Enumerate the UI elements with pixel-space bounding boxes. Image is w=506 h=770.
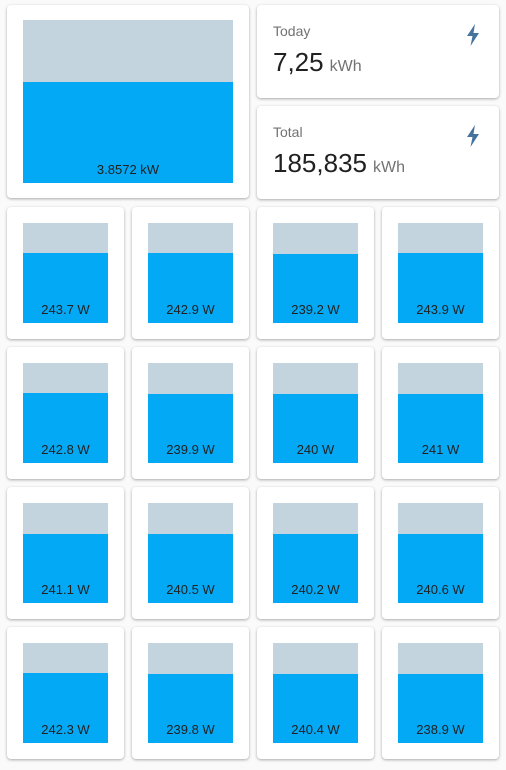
today-energy-title: Today <box>273 23 311 39</box>
panel-power-value: 239.2 W <box>291 302 340 317</box>
panel-gauge: 240.5 W <box>148 503 233 603</box>
total-energy-unit: kWh <box>372 159 405 176</box>
total-energy-title: Total <box>273 124 303 140</box>
flash-icon <box>467 125 479 147</box>
panel-gauge: 241 W <box>398 363 483 463</box>
panel-card[interactable]: 240.4 W <box>257 627 374 759</box>
panel-card[interactable]: 240 W <box>257 347 374 479</box>
panel-card[interactable]: 240.2 W <box>257 487 374 619</box>
today-energy-value: 7,25 kWh <box>273 47 362 78</box>
panel-power-value: 238.9 W <box>416 722 465 737</box>
panel-gauge: 241.1 W <box>23 503 108 603</box>
panel-card[interactable]: 243.7 W <box>7 207 124 339</box>
panel-gauge: 243.7 W <box>23 223 108 323</box>
panel-gauge: 240.2 W <box>273 503 358 603</box>
panel-card[interactable]: 242.3 W <box>7 627 124 759</box>
panel-power-value: 242.8 W <box>41 442 90 457</box>
panel-power-value: 239.9 W <box>166 442 215 457</box>
total-energy-card[interactable]: Total 185,835 kWh <box>257 106 499 199</box>
main-power-card[interactable]: 3.8572 kW <box>7 5 249 198</box>
panel-card[interactable]: 238.9 W <box>382 627 499 759</box>
panel-power-value: 239.8 W <box>166 722 215 737</box>
panel-gauge: 238.9 W <box>398 643 483 743</box>
panel-power-value: 242.3 W <box>41 722 90 737</box>
panel-gauge: 239.8 W <box>148 643 233 743</box>
panel-power-value: 240.2 W <box>291 582 340 597</box>
panel-power-value: 243.7 W <box>41 302 90 317</box>
panel-card[interactable]: 241 W <box>382 347 499 479</box>
panel-power-value: 240.5 W <box>166 582 215 597</box>
total-energy-number: 185,835 <box>273 148 367 178</box>
panel-card[interactable]: 240.5 W <box>132 487 249 619</box>
panel-power-value: 241.1 W <box>41 582 90 597</box>
panel-gauge: 239.9 W <box>148 363 233 463</box>
panel-card[interactable]: 243.9 W <box>382 207 499 339</box>
panel-power-value: 240.6 W <box>416 582 465 597</box>
panel-card[interactable]: 240.6 W <box>382 487 499 619</box>
panel-gauge: 242.8 W <box>23 363 108 463</box>
panel-power-value: 243.9 W <box>416 302 465 317</box>
today-energy-card[interactable]: Today 7,25 kWh <box>257 5 499 98</box>
panel-card[interactable]: 239.2 W <box>257 207 374 339</box>
panel-gauge: 243.9 W <box>398 223 483 323</box>
panel-power-value: 240.4 W <box>291 722 340 737</box>
total-energy-value: 185,835 kWh <box>273 148 405 179</box>
panel-power-value: 241 W <box>421 442 460 457</box>
panel-card[interactable]: 239.8 W <box>132 627 249 759</box>
panel-card[interactable]: 242.9 W <box>132 207 249 339</box>
today-energy-number: 7,25 <box>273 47 324 77</box>
panel-gauge: 242.9 W <box>148 223 233 323</box>
panel-card[interactable]: 242.8 W <box>7 347 124 479</box>
main-power-gauge: 3.8572 kW <box>23 20 233 183</box>
panel-power-value: 242.9 W <box>166 302 215 317</box>
flash-icon <box>467 24 479 46</box>
main-power-value: 3.8572 kW <box>96 162 160 177</box>
panel-gauge: 242.3 W <box>23 643 108 743</box>
panel-gauge: 240.6 W <box>398 503 483 603</box>
panel-gauge: 239.2 W <box>273 223 358 323</box>
panel-gauge: 240 W <box>273 363 358 463</box>
panel-power-value: 240 W <box>296 442 335 457</box>
today-energy-unit: kWh <box>329 58 362 75</box>
panel-card[interactable]: 241.1 W <box>7 487 124 619</box>
panel-card[interactable]: 239.9 W <box>132 347 249 479</box>
panel-gauge: 240.4 W <box>273 643 358 743</box>
